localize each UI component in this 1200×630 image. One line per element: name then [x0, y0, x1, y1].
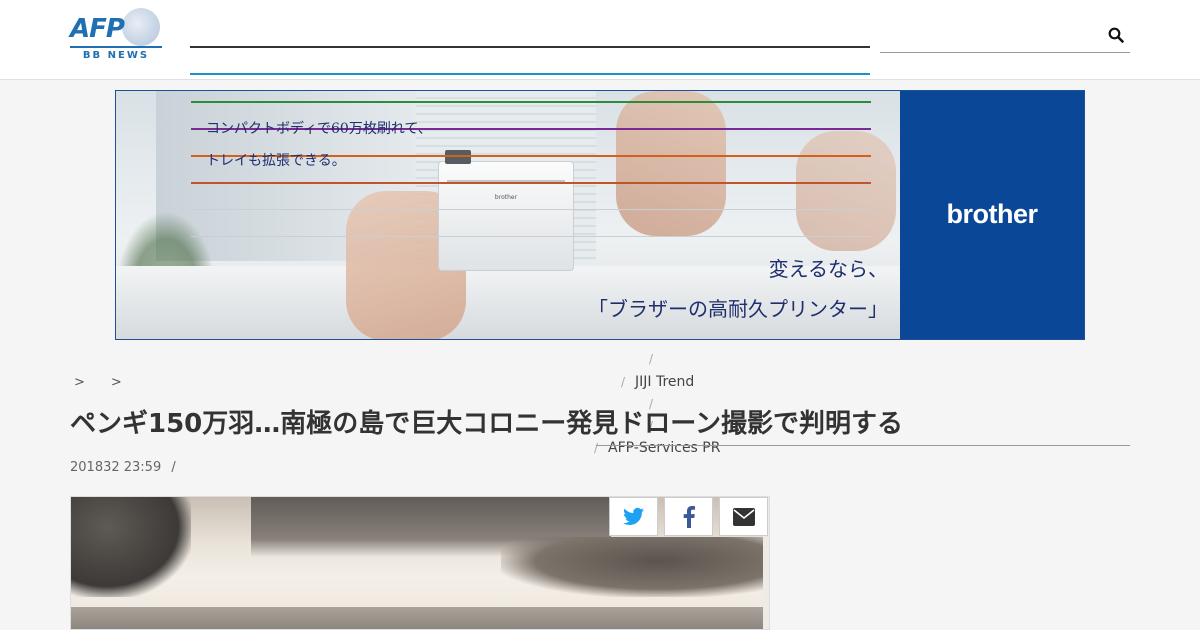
article-image-shore [71, 607, 763, 629]
ad-headline-line1: 変えるなら、 [768, 257, 888, 281]
article-date: 201832 23:59 / [70, 460, 176, 475]
ad-headline: 変えるなら、 「ブラザーの高耐久プリンター」 [588, 249, 888, 329]
nav-color-rule-red [191, 182, 871, 184]
printer-panel [445, 150, 471, 164]
ad-hand-right [616, 91, 726, 236]
menu-separator: / [594, 441, 599, 455]
nav-rule-bottom [190, 73, 870, 75]
menu-separator: / [621, 375, 626, 389]
ad-headline-line2: 「ブラザーの高耐久プリンター」 [588, 297, 888, 321]
article-date-separator: / [171, 460, 176, 475]
site-header: AFP BB NEWS [0, 0, 1200, 80]
brother-printer-ad-banner[interactable]: brother コンパクトボディで60万枚刷れて、 トレイも拡張できる。 変える… [115, 90, 1085, 340]
brother-brand-panel: brother [900, 91, 1084, 339]
menu-item-afp-services-pr[interactable]: AFP-Services PR [608, 440, 720, 456]
ad-hand-right-blur [796, 131, 896, 251]
afp-bb-news-logo[interactable]: AFP BB NEWS [70, 8, 162, 64]
brother-logo: brother [946, 199, 1039, 229]
share-facebook-button[interactable] [664, 497, 713, 536]
menu-item-jiji-trend[interactable]: JIJI Trend [635, 374, 694, 390]
globe-icon [122, 8, 160, 46]
breadcrumb-separator: > [74, 375, 85, 390]
article-image-rock [71, 497, 191, 597]
breadcrumb-separator: > [110, 375, 122, 390]
nav-rule-top [190, 46, 870, 48]
ad-subcopy-line2: トレイも拡張できる。 [206, 153, 346, 169]
nav-color-rule-green [191, 101, 871, 103]
search-icon[interactable] [1108, 27, 1124, 43]
printer-brand-label: brother [494, 194, 518, 201]
search-box [880, 20, 1130, 53]
nav-color-rule-gray2 [191, 236, 871, 237]
logo-afp-text: AFP [70, 14, 125, 44]
share-email-button[interactable] [719, 497, 768, 536]
facebook-icon [683, 505, 695, 528]
logo-bb-news-text: BB NEWS [82, 50, 150, 61]
logo-divider [70, 46, 162, 48]
menu-separator: / [649, 352, 654, 366]
printer-image: brother [438, 150, 574, 271]
twitter-icon [622, 507, 644, 525]
article-title: ペンギ150万羽…南極の島で巨大コロニー発見ドローン撮影で判明する [70, 409, 903, 439]
email-icon [732, 507, 755, 526]
article-image-rock [501, 537, 763, 597]
nav-color-rule-gray1 [191, 209, 871, 210]
search-input[interactable] [880, 20, 1099, 52]
article-date-text: 201832 23:59 [70, 460, 162, 475]
ad-subcopy-line1: コンパクトボディで60万枚刷れて、 [206, 121, 432, 137]
ad-subcopy: コンパクトボディで60万枚刷れて、 トレイも拡張できる。 [206, 113, 432, 177]
menu-rule [596, 445, 1130, 446]
breadcrumb: > > [74, 375, 148, 390]
share-twitter-button[interactable] [609, 497, 658, 536]
